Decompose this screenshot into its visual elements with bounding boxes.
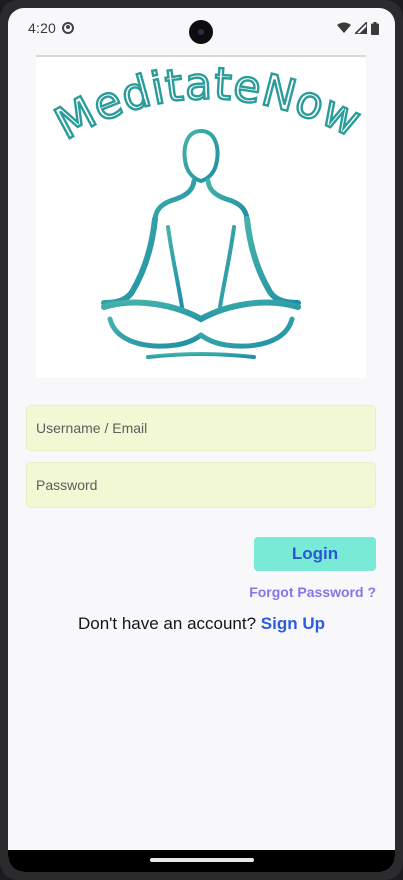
signup-prompt: Don't have an account? Sign Up [8, 614, 395, 634]
logo-wordmark: MeditateNow [47, 58, 366, 150]
home-indicator[interactable] [150, 858, 254, 862]
battery-icon [371, 21, 379, 35]
forgot-password-link[interactable]: Forgot Password ? [249, 584, 376, 600]
cellular-icon [355, 22, 367, 34]
username-email-input[interactable] [26, 405, 376, 451]
login-button[interactable]: Login [254, 537, 376, 571]
front-camera [189, 20, 213, 44]
status-time: 4:20 [28, 20, 57, 36]
app-screen: 4:20 MeditateNow Username / Email Login … [8, 8, 395, 872]
app-notification-icon [62, 22, 75, 34]
meditate-now-logo: MeditateNow [36, 55, 366, 378]
no-account-text: Don't have an account? [77, 614, 261, 633]
device-frame: 4:20 MeditateNow Username / Email Login … [0, 0, 403, 880]
wifi-icon [337, 22, 351, 33]
navigation-bar [8, 850, 395, 872]
status-icons [337, 21, 379, 35]
password-input[interactable] [26, 462, 376, 508]
meditation-figure-icon: MeditateNow [46, 57, 366, 359]
sign-up-link[interactable]: Sign Up [261, 614, 325, 633]
